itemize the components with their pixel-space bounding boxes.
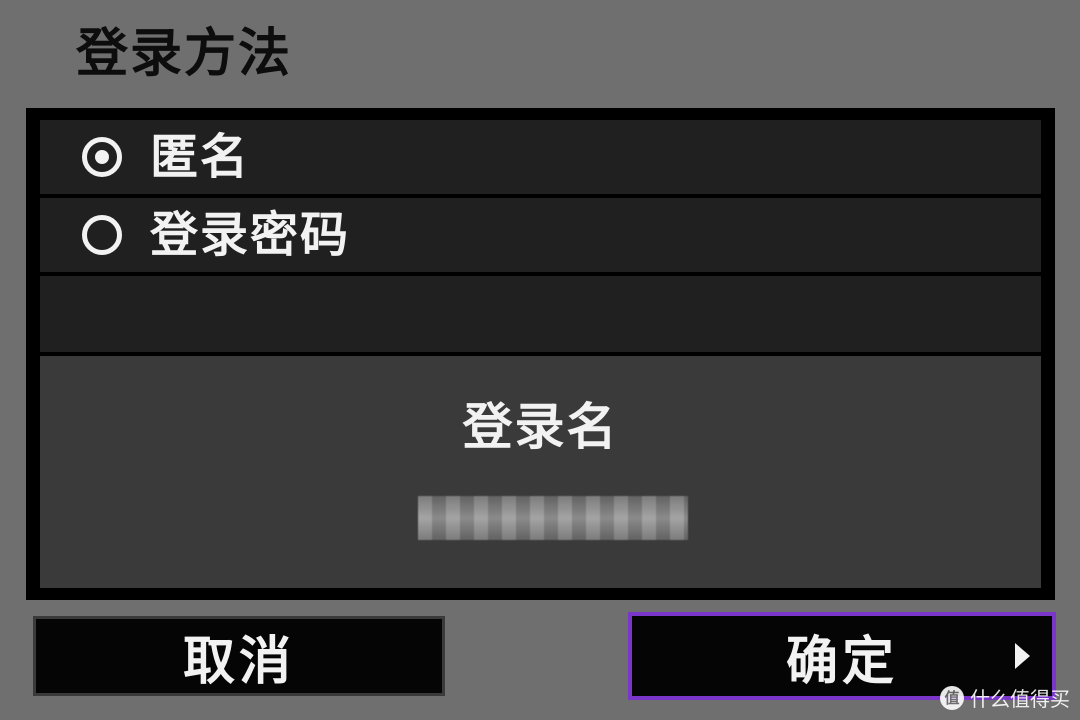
login-name-value-blurred xyxy=(418,496,688,540)
option-password[interactable]: 登录密码 xyxy=(40,198,1041,272)
option-anonymous[interactable]: 匿名 xyxy=(40,120,1041,194)
watermark-logo-icon: 值 xyxy=(940,685,964,710)
watermark: 值 什么值得买 xyxy=(940,683,1070,712)
login-name-panel: 登录名 xyxy=(40,356,1041,588)
dialog-frame: 匿名 登录密码 登录名 xyxy=(26,108,1055,600)
radio-dot xyxy=(95,150,109,164)
watermark-text: 什么值得买 xyxy=(970,687,1070,711)
arrow-right-icon xyxy=(1015,643,1030,669)
radio-selected-icon[interactable] xyxy=(82,137,122,177)
option-anonymous-label: 匿名 xyxy=(150,129,251,185)
radio-unselected-icon[interactable] xyxy=(82,215,122,255)
option-password-label: 登录密码 xyxy=(150,207,351,263)
empty-option-row xyxy=(40,276,1041,352)
cancel-button[interactable]: 取消 xyxy=(33,616,445,696)
page-title: 登录方法 xyxy=(76,24,293,84)
login-name-label: 登录名 xyxy=(462,398,619,456)
ok-button-label: 确定 xyxy=(785,631,898,692)
